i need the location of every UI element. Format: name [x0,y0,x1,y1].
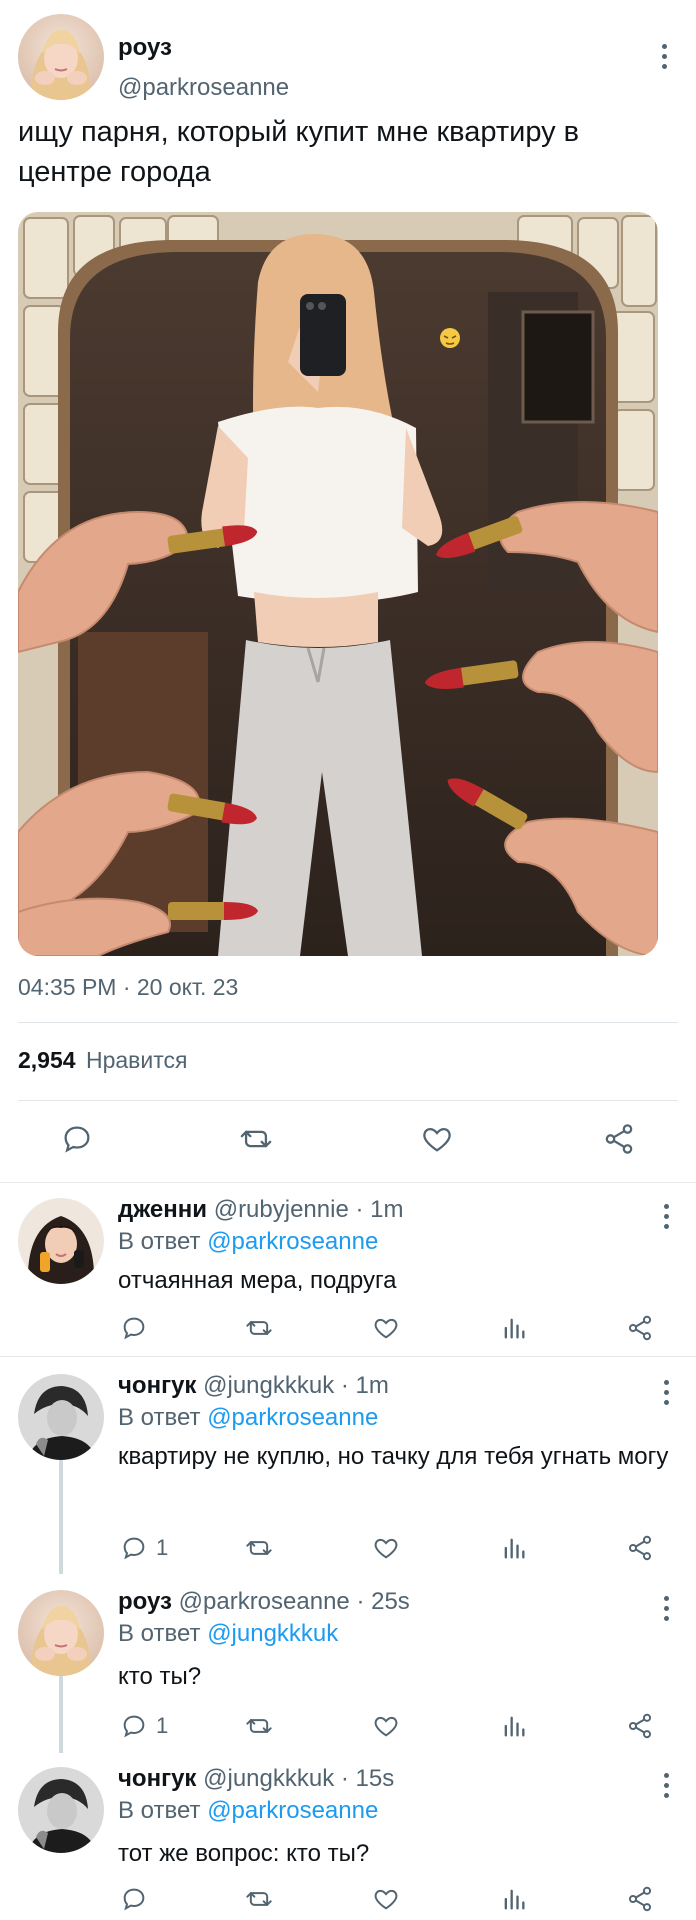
analytics-icon[interactable] [500,1885,528,1913]
share-icon[interactable] [602,1122,636,1156]
replying-to: В ответ @jungkkkuk [118,1620,338,1648]
reply-avatar[interactable] [18,1198,104,1284]
reply-text: квартиру не куплю, но тачку для тебя угн… [118,1443,669,1470]
more-options-icon[interactable] [652,1765,680,1805]
reply-text: кто ты? [118,1663,202,1690]
avatar-jungkook-image [18,1374,104,1460]
likes-number: 2,954 [18,1047,76,1073]
retweet-icon[interactable] [244,1534,274,1562]
mirror-selfie-image [18,212,658,956]
replying-to: В ответ @parkroseanne [118,1228,378,1256]
reply-icon[interactable]: 1 [120,1534,168,1562]
reply-time[interactable]: · 1m [355,1196,403,1223]
main-tweet-actions [0,1112,696,1172]
reply-author-name[interactable]: роуз [118,1588,172,1615]
replying-to-label: В ответ [118,1797,201,1824]
retweet-icon[interactable] [244,1712,274,1740]
mention-link[interactable]: @parkroseanne [207,1404,378,1431]
reply-time[interactable]: · 1m [341,1372,389,1399]
like-icon[interactable] [372,1314,400,1342]
divider [18,1100,678,1101]
reply-avatar[interactable] [18,1590,104,1676]
reply-author-name[interactable]: чонгук [118,1765,196,1792]
reply-author-name[interactable]: чонгук [118,1372,196,1399]
reply-author-name[interactable]: дженни [118,1196,207,1223]
mention-link[interactable]: @jungkkkuk [207,1620,338,1647]
reply-header: дженни @rubyjennie · 1m [118,1196,403,1224]
reply-count: 1 [156,1713,169,1738]
retweet-icon[interactable] [244,1885,274,1913]
avatar-jennie-image [18,1198,104,1284]
retweet-icon[interactable] [238,1122,274,1156]
reply-icon[interactable] [120,1885,156,1913]
reply-text: отчаянная мера, подруга [118,1267,397,1294]
replying-to-label: В ответ [118,1620,201,1647]
reply-tweet[interactable]: дженни @rubyjennie · 1m В ответ @parkros… [0,1186,696,1354]
more-options-icon[interactable] [652,1588,680,1628]
reply-time[interactable]: · 25s [356,1588,409,1615]
share-icon[interactable] [626,1534,654,1562]
author-handle[interactable]: @parkroseanne [118,74,289,102]
reply-icon[interactable] [120,1314,156,1342]
like-icon[interactable] [420,1122,454,1156]
share-icon[interactable] [626,1712,654,1740]
main-tweet-header: роуз @parkroseanne [18,14,678,102]
reply-avatar[interactable] [18,1767,104,1853]
section-separator [0,1356,696,1357]
retweet-icon[interactable] [244,1314,274,1342]
reply-author-handle[interactable]: @rubyjennie [214,1196,349,1223]
reply-icon[interactable] [60,1122,94,1156]
reply-header: чонгук @jungkkkuk · 1m [118,1372,389,1400]
likes-label: Нравится [85,1047,188,1073]
author-avatar[interactable] [18,14,104,100]
like-icon[interactable] [372,1712,400,1740]
replying-to-label: В ответ [118,1404,201,1431]
avatar-jungkook-image [18,1767,104,1853]
tweet-text: ищу парня, который купит мне квартиру в … [18,116,580,188]
more-options-icon[interactable] [652,1196,680,1236]
reply-avatar[interactable] [18,1374,104,1460]
tweet-image[interactable] [18,212,658,956]
share-icon[interactable] [626,1314,654,1342]
reply-author-handle[interactable]: @parkroseanne [179,1588,350,1615]
analytics-icon[interactable] [500,1712,528,1740]
analytics-icon[interactable] [500,1314,528,1342]
reply-tweet[interactable]: чонгук @jungkkkuk · 15s В ответ @parkros… [0,1755,696,1920]
analytics-icon[interactable] [500,1534,528,1562]
replying-to: В ответ @parkroseanne [118,1797,378,1825]
reply-tweet[interactable]: чонгук @jungkkkuk · 1m В ответ @parkrose… [0,1362,696,1572]
divider [18,1022,678,1023]
share-icon[interactable] [626,1885,654,1913]
reply-header: чонгук @jungkkkuk · 15s [118,1765,394,1793]
like-icon[interactable] [372,1534,400,1562]
section-separator [0,1182,696,1183]
replying-to: В ответ @parkroseanne [118,1404,378,1432]
reply-time[interactable]: · 15s [341,1765,394,1792]
tweet-timestamp[interactable]: 04:35 PM · 20 окт. 23 [18,974,238,1001]
reply-header: роуз @parkroseanne · 25s [118,1588,410,1616]
avatar-rose-image [18,1590,104,1676]
mention-link[interactable]: @parkroseanne [207,1228,378,1255]
like-icon[interactable] [372,1885,400,1913]
avatar-rose-image [18,14,104,100]
likes-count[interactable]: 2,954 Нравится [18,1047,187,1074]
mention-link[interactable]: @parkroseanne [207,1797,378,1824]
reply-tweet[interactable]: роуз @parkroseanne · 25s В ответ @jungkk… [0,1578,696,1748]
author-name[interactable]: роуз [118,34,172,62]
reply-text: тот же вопрос: кто ты? [118,1840,370,1867]
more-options-icon[interactable] [652,1372,680,1412]
reply-icon[interactable]: 1 [120,1712,168,1740]
reply-author-handle[interactable]: @jungkkkuk [203,1372,334,1399]
replying-to-label: В ответ [118,1228,201,1255]
reply-count: 1 [156,1535,169,1560]
more-options-icon[interactable] [650,36,678,76]
reply-author-handle[interactable]: @jungkkkuk [203,1765,334,1792]
